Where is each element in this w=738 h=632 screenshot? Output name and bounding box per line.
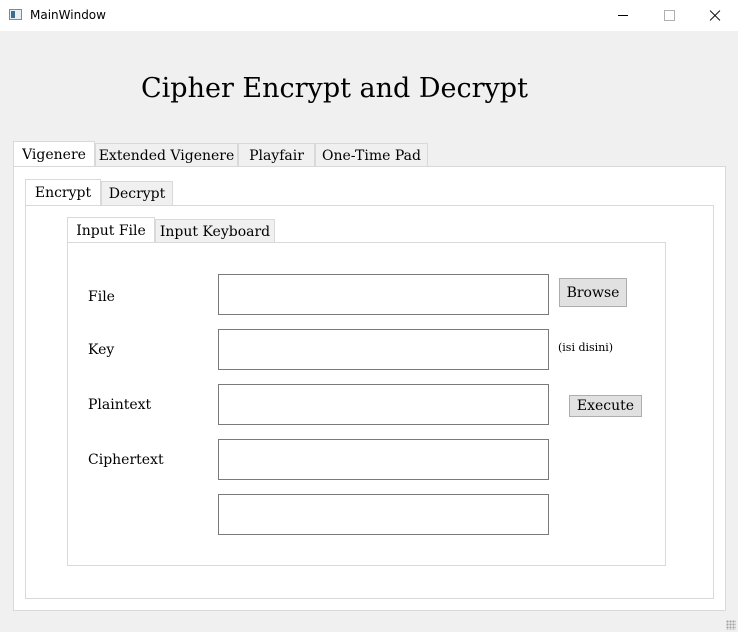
window-title: MainWindow [30, 8, 106, 22]
plaintext-field[interactable] [218, 384, 549, 425]
close-icon[interactable] [692, 0, 738, 31]
extra-output-field[interactable] [218, 494, 549, 535]
tab-playfair[interactable]: Playfair [238, 143, 315, 167]
resize-grip-icon[interactable] [726, 620, 736, 630]
tab-input-file[interactable]: Input File [67, 217, 155, 244]
minimize-icon[interactable] [600, 0, 646, 31]
tab-one-time-pad[interactable]: One-Time Pad [315, 143, 428, 167]
title-bar: MainWindow [0, 0, 738, 31]
app-window-icon [9, 9, 22, 20]
ciphertext-field[interactable] [218, 439, 549, 480]
tab-encrypt[interactable]: Encrypt [25, 179, 101, 206]
tab-decrypt[interactable]: Decrypt [101, 181, 173, 205]
file-path-field[interactable] [218, 274, 549, 315]
tab-extended-vigenere[interactable]: Extended Vigenere [95, 143, 238, 167]
browse-button[interactable]: Browse [559, 278, 627, 307]
tab-vigenere[interactable]: Vigenere [13, 141, 95, 168]
tab-input-keyboard[interactable]: Input Keyboard [155, 219, 275, 243]
key-hint: (isi disini) [558, 341, 614, 354]
plaintext-label: Plaintext [88, 397, 152, 413]
file-label: File [88, 289, 115, 305]
maximize-icon[interactable] [646, 0, 692, 31]
execute-button[interactable]: Execute [569, 395, 642, 417]
ciphertext-label: Ciphertext [88, 452, 164, 468]
key-field[interactable] [218, 329, 549, 370]
page-title: Cipher Encrypt and Decrypt [141, 73, 528, 104]
key-label: Key [88, 342, 115, 358]
